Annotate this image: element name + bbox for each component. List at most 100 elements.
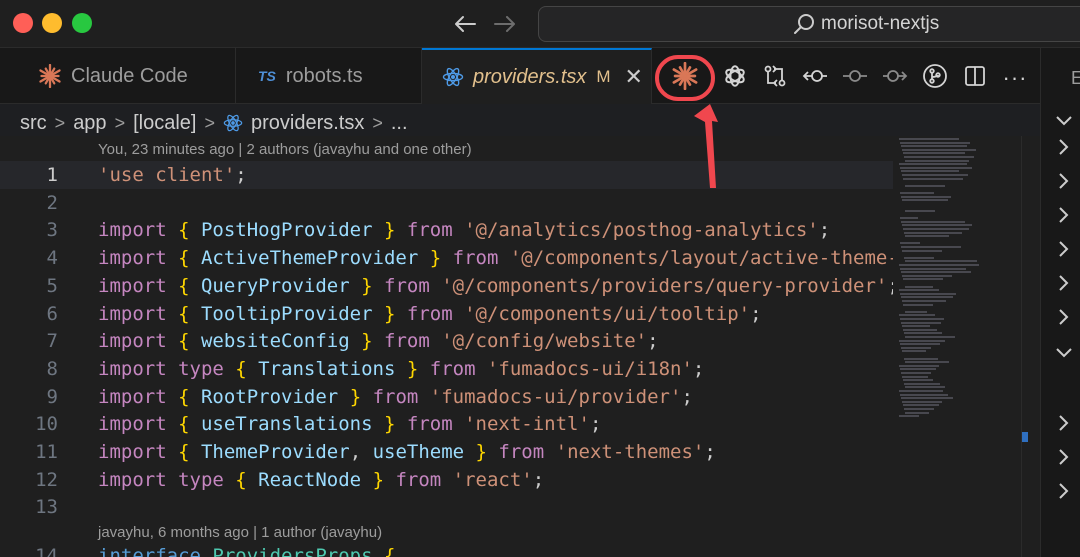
- minimap-line: [900, 343, 940, 346]
- code-token: {: [178, 219, 201, 242]
- minimap-line: [900, 368, 936, 371]
- code-line[interactable]: 7 import { websiteConfig } from '@/config…: [0, 327, 893, 355]
- code-token: useTranslations: [200, 413, 373, 436]
- code-line[interactable]: 3 import { PostHogProvider } from '@/anal…: [0, 216, 893, 244]
- code-line[interactable]: 6 import { TooltipProvider } from '@/comp…: [0, 300, 893, 328]
- code-line[interactable]: 12 import type { ReactNode } from 'react'…: [0, 466, 893, 494]
- code-line[interactable]: 1 'use client';: [0, 161, 893, 189]
- tab-providers-tsx[interactable]: providers.tsx M ✕: [422, 48, 652, 104]
- code-editor[interactable]: You, 23 minutes ago | 2 authors (javayhu…: [0, 136, 1040, 557]
- minimap[interactable]: [893, 136, 1021, 557]
- code-line[interactable]: 8 import type { Translations } from 'fuma…: [0, 355, 893, 383]
- forward-arrow-icon[interactable]: [491, 10, 519, 38]
- chevron-right-icon[interactable]: [1053, 480, 1075, 502]
- line-number: 1: [46, 164, 58, 186]
- source-control-icon: [922, 63, 948, 94]
- code-token: 'next-themes': [555, 441, 705, 463]
- code-token: import: [98, 385, 179, 408]
- line-number: 10: [35, 413, 58, 436]
- code-token: interface: [98, 545, 213, 557]
- claude-code-button[interactable]: [655, 55, 715, 101]
- minimap-line: [901, 296, 953, 299]
- code-token: 'fumadocs-ui/i18n': [486, 357, 693, 380]
- typescript-file-icon: TS: [258, 68, 276, 84]
- code-text: import { RootProvider } from 'fumadocs-u…: [98, 383, 693, 411]
- code-token: ThemeProvider: [200, 441, 350, 463]
- minimap-line: [905, 310, 927, 313]
- code-text: import { ActiveThemeProvider } from '@/c…: [98, 244, 922, 272]
- code-token: {: [178, 247, 201, 270]
- chevron-down-icon[interactable]: [1053, 110, 1075, 132]
- vertical-scrollbar[interactable]: [1021, 136, 1040, 557]
- minimap-line: [902, 274, 952, 277]
- code-line[interactable]: 4 import { ActiveThemeProvider } from '@/…: [0, 244, 922, 272]
- command-center-search[interactable]: morisot-nextjs: [538, 6, 1080, 42]
- compare-changes-button[interactable]: [755, 58, 795, 98]
- breadcrumb-separator: >: [204, 112, 215, 133]
- back-arrow-icon[interactable]: [451, 10, 479, 38]
- annotation-arrow-icon: [694, 104, 718, 188]
- code-text: import { useTranslations } from 'next-in…: [98, 410, 601, 438]
- minimap-line: [904, 382, 940, 385]
- chevron-right-icon[interactable]: [1053, 306, 1075, 328]
- minimap-line: [904, 332, 942, 335]
- minimap-line: [900, 242, 920, 245]
- previous-change-button[interactable]: [795, 58, 835, 98]
- code-token: ActiveThemeProvider: [200, 247, 419, 270]
- more-actions-button[interactable]: ···: [995, 58, 1035, 98]
- code-line[interactable]: 2: [0, 189, 893, 217]
- code-token: }: [349, 330, 373, 353]
- code-token: }: [372, 302, 396, 325]
- git-commit-icon: [842, 66, 868, 91]
- source-control-button[interactable]: [915, 58, 955, 98]
- zoom-window-button[interactable]: [72, 13, 92, 33]
- code-text: import { websiteConfig } from '@/config/…: [98, 327, 659, 355]
- code-line[interactable]: 10 import { useTranslations } from 'next-…: [0, 410, 893, 438]
- minimap-line: [899, 138, 959, 140]
- breadcrumb-symbols[interactable]: ...: [391, 112, 408, 135]
- code-line[interactable]: 11 import { ThemeProvider, useTheme } fro…: [0, 438, 893, 466]
- minimap-line: [903, 303, 933, 306]
- code-token: ;: [647, 330, 659, 353]
- openai-button[interactable]: [715, 58, 755, 98]
- git-blame-annotation[interactable]: You, 23 minutes ago | 2 authors (javayhu…: [98, 141, 472, 158]
- chevron-right-icon[interactable]: [1053, 136, 1075, 158]
- minimap-line: [899, 415, 919, 418]
- tab-label: providers.tsx: [473, 65, 587, 88]
- split-editor-button[interactable]: [955, 58, 995, 98]
- chevron-right-icon[interactable]: [1053, 412, 1075, 434]
- code-line[interactable]: 14 interface ProvidersProps {: [0, 542, 893, 557]
- commit-button[interactable]: [835, 58, 875, 98]
- openai-icon: [722, 63, 748, 94]
- code-line[interactable]: 13: [0, 493, 893, 521]
- minimize-window-button[interactable]: [42, 13, 62, 33]
- next-change-button[interactable]: [875, 58, 915, 98]
- minimap-line: [902, 249, 942, 252]
- line-number: 3: [46, 219, 58, 242]
- title-bar: morisot-nextjs: [0, 0, 1080, 48]
- tab-robots-ts[interactable]: TS robots.ts: [236, 48, 422, 104]
- chevron-down-icon[interactable]: [1053, 342, 1075, 364]
- chevron-right-icon[interactable]: [1053, 238, 1075, 260]
- tab-claude-code[interactable]: Claude Code: [22, 48, 236, 104]
- chevron-right-icon[interactable]: [1053, 272, 1075, 294]
- chevron-right-icon[interactable]: [1053, 170, 1075, 192]
- close-window-button[interactable]: [13, 13, 33, 33]
- minimap-line: [900, 267, 966, 270]
- code-line[interactable]: 9 import { RootProvider } from 'fumadocs-…: [0, 383, 893, 411]
- chevron-right-icon[interactable]: [1053, 446, 1075, 468]
- breadcrumb-src[interactable]: src: [20, 112, 47, 135]
- breadcrumb-app[interactable]: app: [73, 112, 106, 135]
- code-token: ReactNode: [258, 468, 362, 491]
- chevron-right-icon[interactable]: [1053, 204, 1075, 226]
- minimap-line: [899, 390, 943, 392]
- code-token: '@/analytics/posthog-analytics': [464, 219, 819, 242]
- code-line[interactable]: 5 import { QueryProvider } from '@/compon…: [0, 272, 899, 300]
- breadcrumb-file[interactable]: providers.tsx: [223, 112, 364, 135]
- breadcrumb-locale[interactable]: [locale]: [133, 112, 196, 135]
- line-number: 13: [35, 496, 58, 519]
- close-tab-icon[interactable]: ✕: [625, 64, 643, 90]
- git-blame-annotation[interactable]: javayhu, 6 months ago | 1 author (javayh…: [98, 524, 382, 541]
- minimap-line: [902, 174, 968, 176]
- minimap-line: [905, 210, 935, 212]
